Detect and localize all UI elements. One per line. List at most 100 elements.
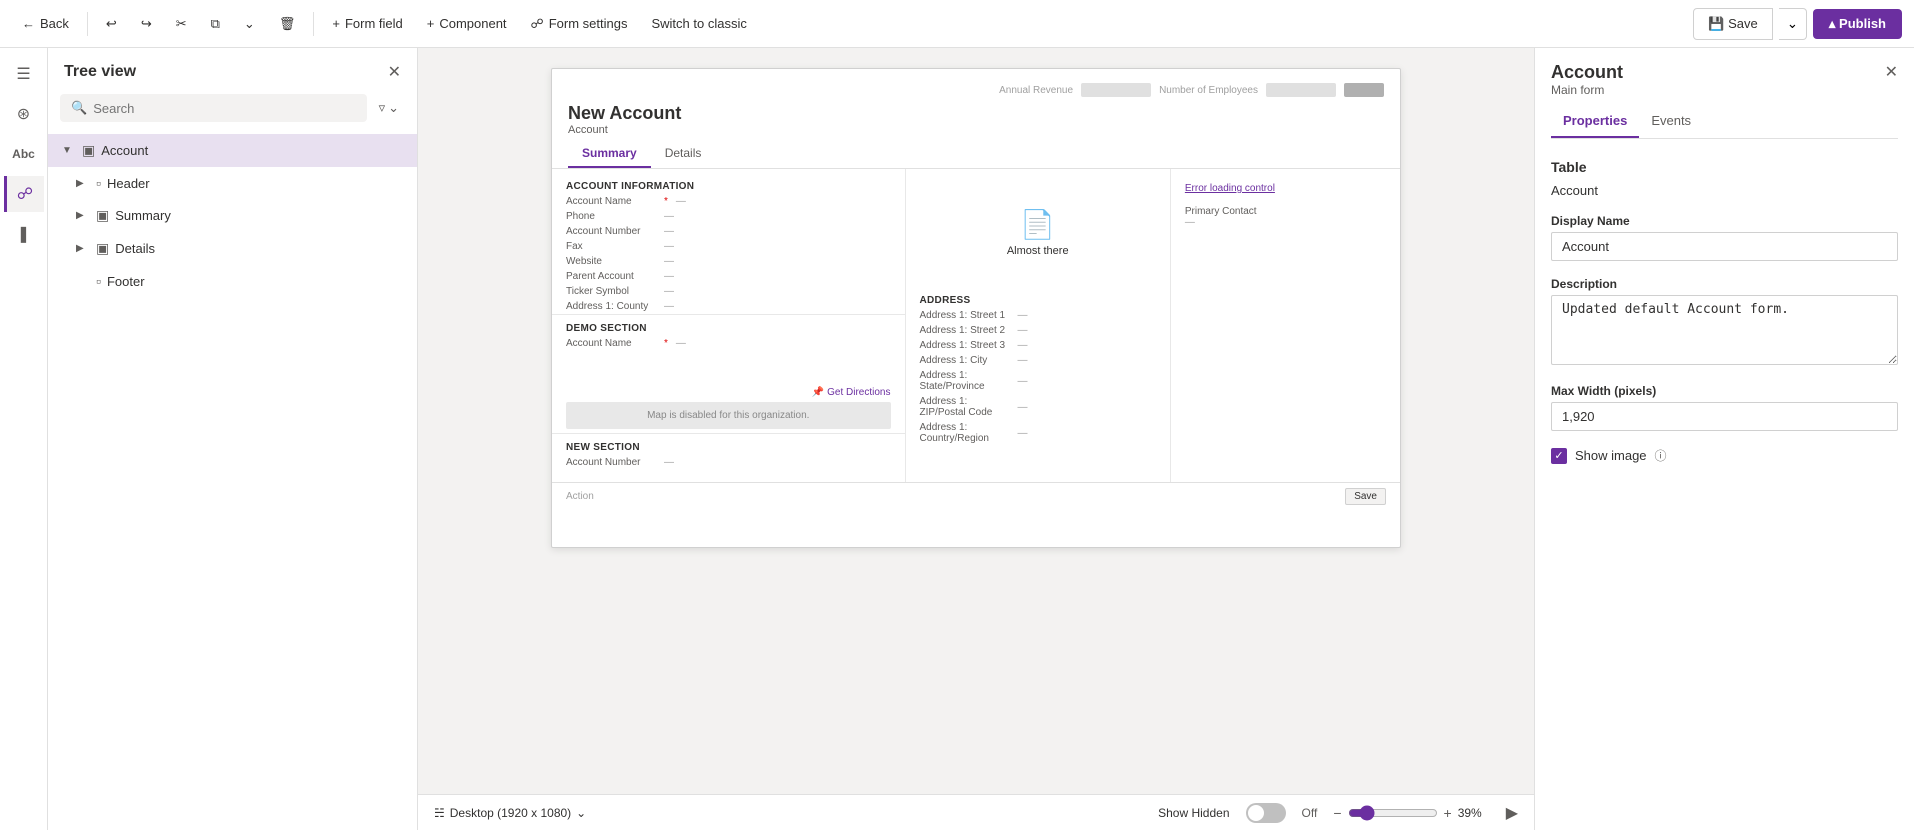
timeline-icon: 📄 [1020,208,1055,241]
address-section-title: ADDRESS [906,291,1170,308]
copy-button[interactable]: ⧉ [201,10,230,38]
form-tabs: Summary Details [568,140,1384,168]
chevron-right-icon-3: ▶ [76,243,90,254]
tree-items: ▼ ▣ Account ▶ ▫ Header ▶ ▣ Summary ▶ ▣ D… [48,130,417,830]
component-label: Component [439,16,506,31]
topbar-box-2 [1266,83,1336,97]
chevron-down-icon: ⌄ [1787,16,1798,31]
publish-label: Publish [1839,16,1886,31]
info-icon[interactable]: ⓘ [1655,447,1667,464]
globe-button[interactable]: ▶ [1506,803,1518,823]
redo-icon: ↪ [141,16,152,32]
max-width-group: Max Width (pixels) [1551,384,1898,431]
zoom-slider[interactable] [1348,805,1438,821]
right-panel-title: Account [1551,62,1623,83]
filter-icon: ▿ [379,100,386,116]
table-name-value: Account [1551,183,1898,198]
form-col-right: Error loading control Primary Contact — [1171,169,1400,482]
max-width-input[interactable] [1551,402,1898,431]
component-button[interactable]: + Component [417,10,517,37]
cut-button[interactable]: ✂ [166,10,197,38]
zoom-out-button[interactable]: − [1333,805,1341,821]
footer-save-button[interactable]: Save [1345,488,1386,505]
tree-search-box[interactable]: 🔍 [60,94,367,122]
form-tab-details[interactable]: Details [651,140,716,168]
tree-panel: Tree view ✕ 🔍 ▿ ⌄ ▼ ▣ Account ▶ ▫ [48,48,418,830]
form-field-account-number: Account Number — [552,224,905,239]
description-group: Description Updated default Account form… [1551,277,1898,368]
copy-icon: ⧉ [211,16,220,32]
filter-chevron: ⌄ [388,100,399,116]
timeline-box: 📄 Almost there [906,177,1170,287]
layers-icon-button[interactable]: ☍ [4,176,44,212]
save-icon: 💾 [1708,16,1724,31]
save-label: Save [1728,16,1758,31]
get-directions-text: Get Directions [827,387,890,398]
grid-icon-button[interactable]: ❚ [6,216,42,252]
address-section: ADDRESS Address 1: Street 1 — Address 1:… [906,287,1170,450]
get-directions-link[interactable]: 📌 Get Directions [566,387,891,398]
tree-item-footer[interactable]: ▶ ▫ Footer [48,265,417,297]
table-group: Table Account [1551,159,1898,198]
tree-item-header-label: Header [107,176,150,191]
undo-button[interactable]: ↩ [96,10,127,38]
back-button[interactable]: ← Back [12,10,79,37]
form-field-button[interactable]: + Form field [322,10,412,37]
hamburger-icon-button[interactable]: ☰ [6,56,42,92]
display-name-group: Display Name [1551,214,1898,261]
back-icon: ← [22,16,35,31]
topbar-box-1 [1081,83,1151,97]
form-field-address-county: Address 1: County — [552,299,905,314]
checkmark-icon: ✓ [1554,449,1563,462]
tree-item-footer-label: Footer [107,274,145,289]
chevron-desktop-icon: ⌄ [576,806,586,820]
description-textarea[interactable]: Updated default Account form. [1551,295,1898,365]
main-area: ☰ ⊛ Abc ☍ ❚ Tree view ✕ 🔍 ▿ ⌄ ▼ ▣ Acc [0,48,1914,830]
form-field-street3: Address 1: Street 3 — [906,338,1170,353]
error-loading-link[interactable]: Error loading control [1171,177,1400,200]
form-preview: Annual Revenue Number of Employees New A… [551,68,1401,548]
section-title-account-info: ACCOUNT INFORMATION [552,177,905,194]
switch-classic-button[interactable]: Switch to classic [641,10,756,37]
right-panel-close-button[interactable]: ✕ [1885,62,1898,82]
right-tab-properties[interactable]: Properties [1551,105,1639,138]
toolbar-right: 💾 Save ⌄ ▴ Publish [1693,8,1902,40]
text-icon-button[interactable]: Abc [6,136,42,172]
apps-icon-button[interactable]: ⊛ [6,96,42,132]
desktop-size-button[interactable]: ☵ Desktop (1920 x 1080) ⌄ [434,806,586,820]
save-button[interactable]: 💾 Save [1693,8,1772,40]
tree-item-summary[interactable]: ▶ ▣ Summary [48,199,417,232]
demo-section: Demo Section Account Name * — [552,314,905,355]
right-tab-events[interactable]: Events [1639,105,1703,138]
display-name-input[interactable] [1551,232,1898,261]
tree-item-summary-label: Summary [115,208,171,223]
more-button[interactable]: ⌄ [234,10,265,38]
save-dropdown-button[interactable]: ⌄ [1779,8,1807,40]
topbar-user [1344,83,1384,97]
tree-item-account[interactable]: ▼ ▣ Account [48,134,417,167]
search-input[interactable] [93,101,355,116]
tree-item-header[interactable]: ▶ ▫ Header [48,167,417,199]
right-panel-title-group: Account Main form [1551,62,1623,105]
search-icon: 🔍 [71,100,87,116]
tree-item-details[interactable]: ▶ ▣ Details [48,232,417,265]
cut-icon: ✂ [176,16,187,32]
add-icon-2: + [427,16,435,31]
zoom-in-button[interactable]: + [1444,805,1452,821]
form-field-street1: Address 1: Street 1 — [906,308,1170,323]
filter-button[interactable]: ▿ ⌄ [373,96,405,120]
more-icon: ⌄ [244,16,255,32]
form-field-parent-account: Parent Account — [552,269,905,284]
tree-close-button[interactable]: ✕ [388,62,401,82]
form-settings-button[interactable]: ☍ Form settings [521,10,638,38]
max-width-label: Max Width (pixels) [1551,384,1898,398]
section-icon-1: ▫ [96,175,101,191]
redo-button[interactable]: ↪ [131,10,162,38]
show-image-checkbox[interactable]: ✓ [1551,448,1567,464]
publish-button[interactable]: ▴ Publish [1813,9,1902,39]
location-icon: 📌 [812,387,824,398]
undo-icon: ↩ [106,16,117,32]
form-tab-summary[interactable]: Summary [568,140,651,168]
show-hidden-toggle[interactable] [1246,803,1286,823]
delete-button[interactable]: 🗑 [269,10,306,38]
